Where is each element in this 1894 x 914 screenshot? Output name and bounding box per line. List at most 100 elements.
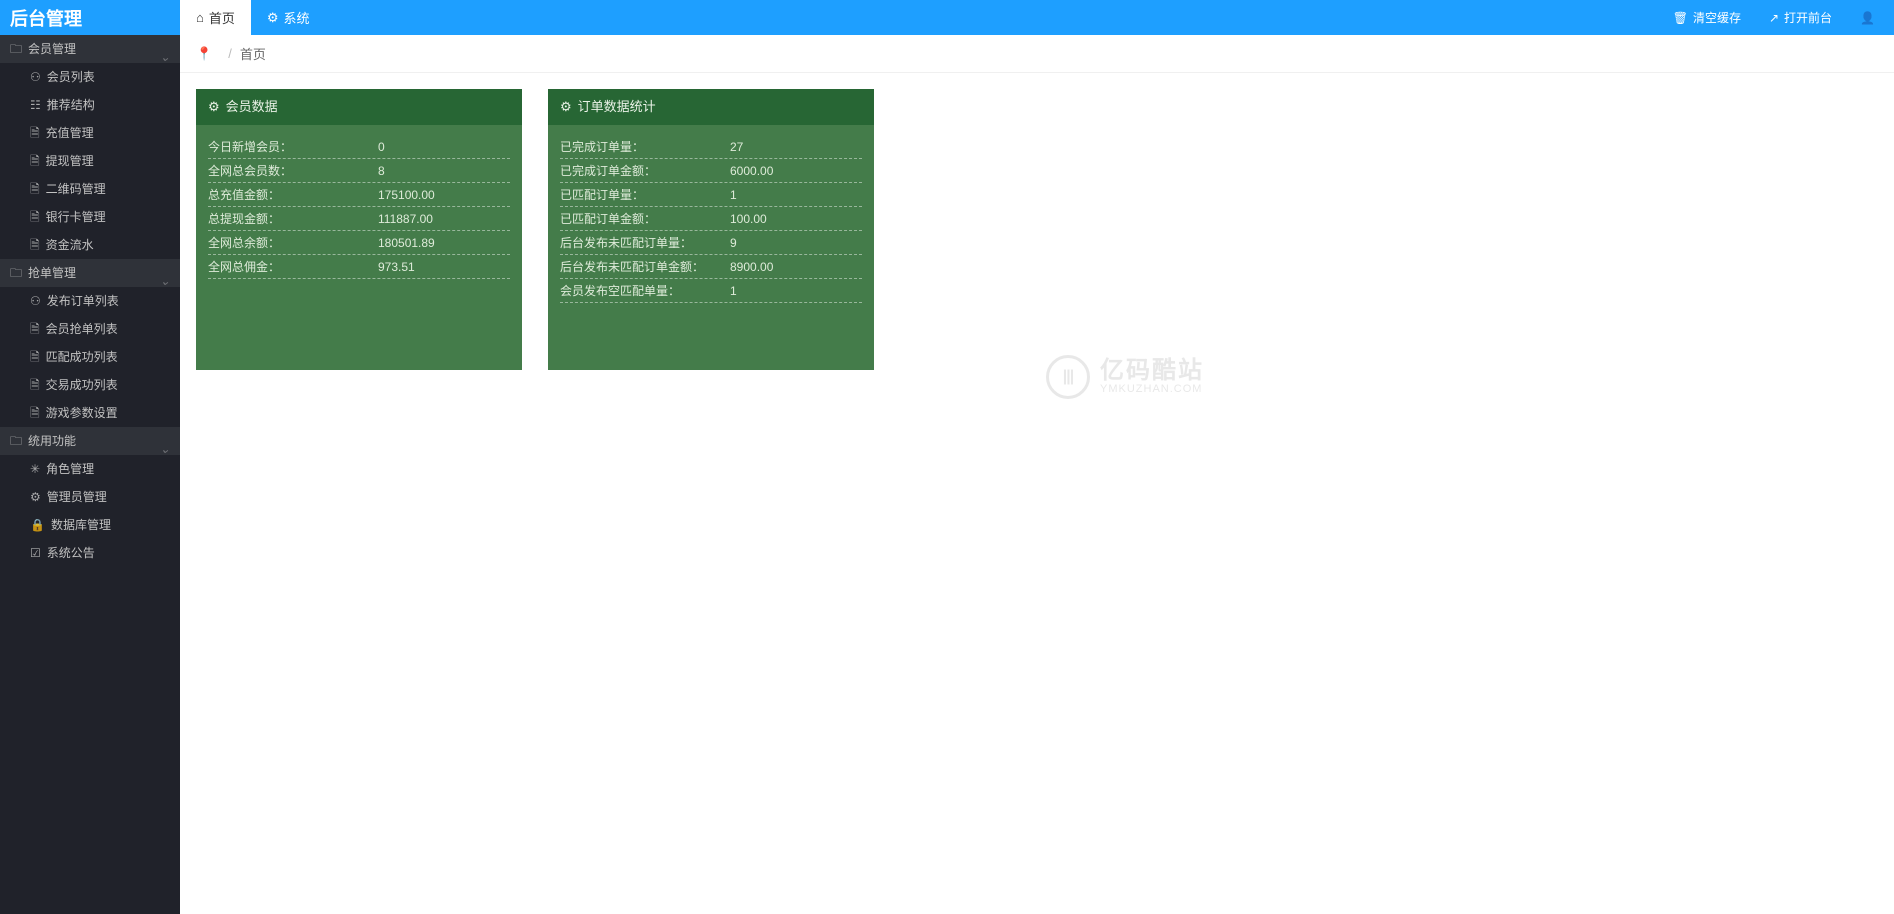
nav-item-label: 发布订单列表 <box>47 294 119 308</box>
breadcrumb-separator: / <box>228 46 232 61</box>
nav-item-icon: ☑ <box>30 539 41 567</box>
trash-icon: 🗑 <box>1673 11 1688 25</box>
nav-item[interactable]: ☷ 推荐结构 <box>0 91 180 119</box>
stat-label: 今日新增会员： <box>208 135 378 158</box>
open-front-label: 打开前台 <box>1784 9 1832 26</box>
stat-label: 已完成订单金额： <box>560 159 730 182</box>
pin-icon: 📍 <box>196 46 212 62</box>
chevron-down-icon: ⌄ <box>160 267 170 295</box>
tab[interactable]: ⚙ 系统 <box>251 0 326 35</box>
nav-item[interactable]: 🗎会员抢单列表 <box>0 315 180 343</box>
nav-item-label: 会员列表 <box>47 70 95 84</box>
open-front-button[interactable]: ↗ 打开前台 <box>1755 0 1846 35</box>
external-link-icon: ↗ <box>1769 11 1779 25</box>
nav-item[interactable]: 🔒数据库管理 <box>0 511 180 539</box>
card-body: 已完成订单量：27已完成订单金额：6000.00已匹配订单量：1已匹配订单金额：… <box>548 125 874 370</box>
stat-value: 100.00 <box>730 207 862 230</box>
stat-row: 后台发布未匹配订单金额：8900.00 <box>560 255 862 279</box>
breadcrumb: 📍 / 首页 <box>180 35 1894 73</box>
stat-value: 0 <box>378 135 510 158</box>
stat-value: 8900.00 <box>730 255 862 278</box>
stat-row: 全网总会员数：8 <box>208 159 510 183</box>
nav-item-label: 推荐结构 <box>47 98 95 112</box>
stat-row: 已匹配订单量：1 <box>560 183 862 207</box>
nav-section-header[interactable]: 🗀统用功能⌄ <box>0 427 180 455</box>
stat-row: 已完成订单量：27 <box>560 135 862 159</box>
nav-item-label: 管理员管理 <box>47 490 107 504</box>
card-title: 会员数据 <box>226 99 278 114</box>
content: ⚙ 会员数据今日新增会员：0全网总会员数：8总充值金额：175100.00总提现金… <box>180 73 1894 914</box>
header-actions: 🗑 清空缓存 ↗ 打开前台 👤 <box>1659 0 1894 35</box>
nav-item-label: 会员抢单列表 <box>46 322 118 336</box>
clear-cache-label: 清空缓存 <box>1693 9 1741 26</box>
stat-label: 会员发布空匹配单量： <box>560 279 730 302</box>
nav-item[interactable]: 🗎 二维码管理 <box>0 175 180 203</box>
stat-row: 全网总佣金：973.51 <box>208 255 510 279</box>
tab-icon: ⚙ <box>267 10 279 26</box>
stat-label: 总充值金额： <box>208 183 378 206</box>
nav-item[interactable]: 🗎银行卡管理 <box>0 203 180 231</box>
tab-label: 系统 <box>284 8 310 27</box>
chevron-down-icon: ⌄ <box>160 43 170 71</box>
folder-icon: 🗀 <box>10 259 22 287</box>
stat-label: 已匹配订单金额： <box>560 207 730 230</box>
nav-item[interactable]: 🗎游戏参数设置 <box>0 399 180 427</box>
card-title: 订单数据统计 <box>578 99 656 114</box>
nav-item[interactable]: ⚇发布订单列表 <box>0 287 180 315</box>
stat-row: 已匹配订单金额：100.00 <box>560 207 862 231</box>
nav-item-icon: 🗎 <box>30 231 40 259</box>
stat-label: 全网总会员数： <box>208 159 378 182</box>
nav-section-header[interactable]: 🗀会员管理⌄ <box>0 35 180 63</box>
stats-card: ⚙会员数据今日新增会员：0全网总会员数：8总充值金额：175100.00总提现金… <box>196 89 522 370</box>
stat-value: 180501.89 <box>378 231 510 254</box>
nav-item[interactable]: ⚙ 管理员管理 <box>0 483 180 511</box>
stat-label: 后台发布未匹配订单金额： <box>560 255 730 278</box>
nav-item-label: 提现管理 <box>46 154 94 168</box>
top-header: ⌂首页 ⚙ 系统 🗑 清空缓存 ↗ 打开前台 👤 <box>180 0 1894 35</box>
stat-row: 全网总余额：180501.89 <box>208 231 510 255</box>
nav-item[interactable]: ✳角色管理 <box>0 455 180 483</box>
nav-item[interactable]: 🗎充值管理 <box>0 119 180 147</box>
tab-label: 首页 <box>209 8 235 27</box>
nav-item[interactable]: 🗎交易成功列表 <box>0 371 180 399</box>
folder-icon: 🗀 <box>10 427 22 455</box>
nav-item[interactable]: 🗎资金流水 <box>0 231 180 259</box>
stat-label: 已完成订单量： <box>560 135 730 158</box>
nav-item[interactable]: ☑系统公告 <box>0 539 180 567</box>
stat-row: 总充值金额：175100.00 <box>208 183 510 207</box>
breadcrumb-current: 首页 <box>240 44 266 63</box>
sidebar: 后台管理 🗀会员管理⌄⚇会员列表☷推荐结构🗎充值管理🗎提现管理🗎二维码管理🗎银行… <box>0 0 180 914</box>
nav-item-icon: ✳ <box>30 455 40 483</box>
stat-label: 已匹配订单量： <box>560 183 730 206</box>
nav-item-label: 充值管理 <box>46 126 94 140</box>
nav-item-icon: 🗎 <box>30 203 40 231</box>
nav-item-icon: ⚙ <box>30 483 41 511</box>
stat-label: 全网总佣金： <box>208 255 378 278</box>
nav-item-icon: 🗎 <box>30 399 40 427</box>
gear-icon: ⚙ <box>560 89 572 125</box>
user-button[interactable]: 👤 <box>1846 0 1894 35</box>
nav-item-icon: 🗎 <box>30 343 40 371</box>
stat-label: 后台发布未匹配订单量： <box>560 231 730 254</box>
nav-item-icon: 🗎 <box>30 371 40 399</box>
nav-section-title: 会员管理 <box>28 42 76 56</box>
nav-item-icon: 🗎 <box>30 175 40 203</box>
nav-item[interactable]: ⚇会员列表 <box>0 63 180 91</box>
card-body: 今日新增会员：0全网总会员数：8总充值金额：175100.00总提现金额：111… <box>196 125 522 370</box>
nav-section-title: 抢单管理 <box>28 266 76 280</box>
brand-logo: 后台管理 <box>0 0 180 35</box>
nav-item[interactable]: 🗎匹配成功列表 <box>0 343 180 371</box>
stat-value: 973.51 <box>378 255 510 278</box>
stat-value: 1 <box>730 183 862 206</box>
clear-cache-button[interactable]: 🗑 清空缓存 <box>1659 0 1755 35</box>
stat-value: 9 <box>730 231 862 254</box>
nav-item-icon: ☷ <box>30 91 41 119</box>
nav-section-header[interactable]: 🗀抢单管理⌄ <box>0 259 180 287</box>
user-icon: 👤 <box>1860 11 1875 25</box>
nav-item[interactable]: 🗎提现管理 <box>0 147 180 175</box>
nav-item-label: 二维码管理 <box>46 182 106 196</box>
stat-value: 111887.00 <box>378 207 510 230</box>
tab[interactable]: ⌂首页 <box>180 0 251 35</box>
stat-value: 175100.00 <box>378 183 510 206</box>
stat-row: 后台发布未匹配订单量：9 <box>560 231 862 255</box>
